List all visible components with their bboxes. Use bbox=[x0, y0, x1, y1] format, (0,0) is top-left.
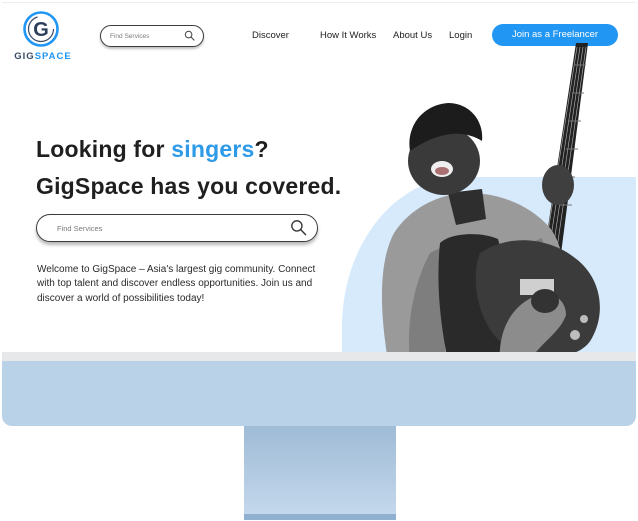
nav-login[interactable]: Login bbox=[449, 30, 472, 41]
logo-letter: G bbox=[33, 19, 49, 41]
hero-search-input[interactable] bbox=[57, 221, 257, 235]
headline-suffix: ? bbox=[254, 136, 269, 162]
monitor-stand-foot bbox=[244, 514, 396, 520]
nav-how-it-works[interactable]: How It Works bbox=[320, 30, 376, 41]
hero-headline-line2: GigSpace has you covered. bbox=[36, 173, 342, 199]
nav-discover[interactable]: Discover bbox=[252, 30, 289, 41]
gigspace-logo[interactable]: G GIGSPACE bbox=[12, 11, 72, 63]
nav-about-us[interactable]: About Us bbox=[393, 30, 432, 41]
monitor-screen-edge bbox=[2, 352, 636, 361]
monitor-bezel bbox=[2, 352, 636, 426]
hero-description: Welcome to GigSpace – Asia's largest gig… bbox=[37, 264, 316, 304]
logo-mark-icon: G bbox=[23, 11, 59, 47]
search-icon[interactable] bbox=[184, 30, 195, 41]
logo-text: GIGSPACE bbox=[12, 51, 74, 62]
logo-text-gig: GIG bbox=[14, 51, 35, 62]
headline-highlight: singers bbox=[171, 136, 255, 162]
hero-headline-line1: Looking for singers? bbox=[36, 136, 269, 163]
monitor-stand bbox=[244, 426, 396, 514]
header-search bbox=[100, 25, 204, 47]
hero-search bbox=[36, 214, 318, 242]
logo-text-space: SPACE bbox=[34, 51, 72, 62]
header-search-input[interactable] bbox=[110, 29, 180, 43]
search-icon[interactable] bbox=[290, 219, 307, 236]
guitarist-photo bbox=[381, 43, 600, 360]
headline-prefix: Looking for bbox=[36, 136, 172, 162]
app-screen: G GIGSPACE Discover How It Works About U… bbox=[2, 2, 636, 360]
